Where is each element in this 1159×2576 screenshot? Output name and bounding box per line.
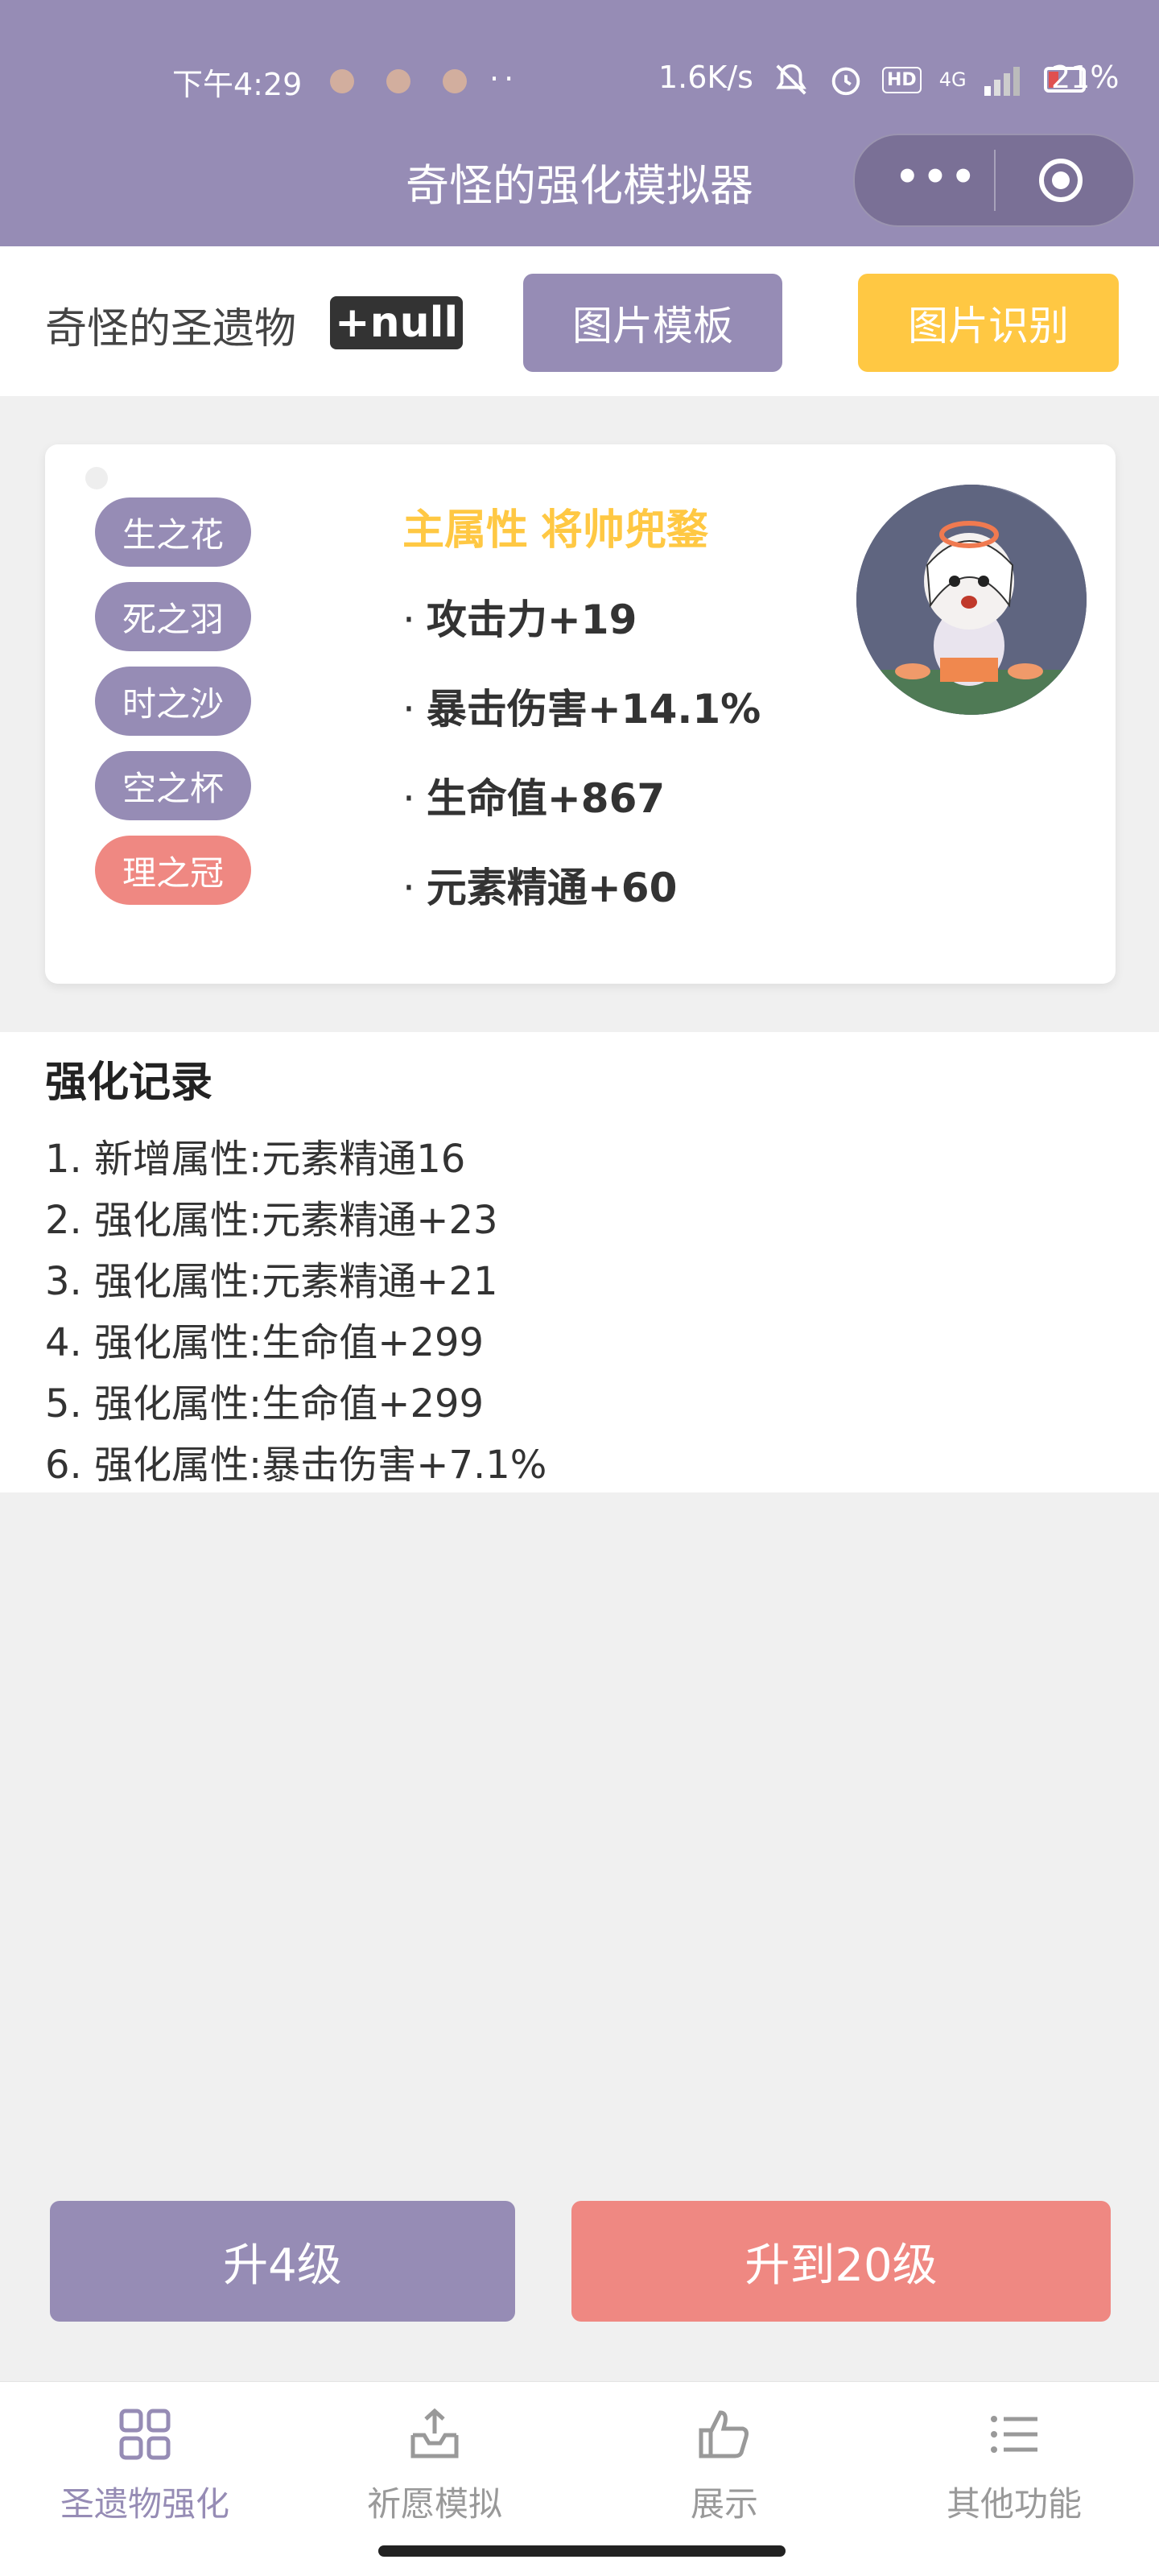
thumbs-up-icon [699, 2410, 749, 2458]
status-icons: HD 4G [773, 61, 1091, 98]
tab-label: 祈愿模拟 [366, 2484, 502, 2524]
enhance-records: 强化记录 1. 新增属性:元素精通16 2. 强化属性:元素精通+23 3. 强… [0, 1032, 1159, 1492]
hd-icon: HD [882, 66, 922, 93]
record-item: 1. 新增属性:元素精通16 [45, 1137, 466, 1182]
tab-other-features[interactable]: 其他功能 [869, 2406, 1159, 2526]
tab-label: 其他功能 [946, 2484, 1082, 2524]
bullet: · [402, 686, 415, 733]
main-attribute-value: 将帅兜鍪 [541, 506, 709, 555]
record-item: 3. 强化属性:元素精通+21 [45, 1259, 498, 1304]
status-more: ·· [489, 61, 519, 97]
signal-label: 4G [938, 68, 967, 91]
sub-attribute: · 攻击力+19 [402, 588, 761, 677]
slot-circlet[interactable]: 理之冠 [95, 836, 251, 905]
tab-wish-sim[interactable]: 祈愿模拟 [290, 2406, 580, 2526]
avatar-illustration [856, 485, 1087, 715]
record-item: 6. 强化属性:暴击伤害+7.1% [45, 1443, 547, 1488]
sub-attribute: · 生命值+867 [402, 766, 761, 856]
records-title: 强化记录 [45, 1059, 213, 1107]
sub-attribute: · 暴击伤害+14.1% [402, 677, 761, 766]
artifact-title: 奇怪的圣遗物 [45, 305, 297, 353]
slot-flower[interactable]: 生之花 [95, 497, 251, 567]
status-bar: 下午4:29 ·· 1.6K/s HD 4G 21% [0, 52, 1159, 108]
record-list: 1. 新增属性:元素精通16 2. 强化属性:元素精通+23 3. 强化属性:元… [45, 1129, 547, 1496]
image-recognize-button[interactable]: 图片识别 [858, 274, 1119, 372]
top-bar: 下午4:29 ·· 1.6K/s HD 4G 21% 奇怪的强化模拟器 ••• [0, 0, 1159, 246]
record-item: 5. 强化属性:生命值+299 [45, 1381, 485, 1426]
mini-program-capsule: ••• [853, 134, 1135, 227]
status-time: 下午4:29 [172, 67, 303, 102]
alarm-icon [831, 67, 860, 96]
sub-attribute-text: 元素精通+60 [426, 865, 678, 911]
slot-sands[interactable]: 时之沙 [95, 667, 251, 736]
slot-list: 生之花 死之羽 时之沙 空之杯 理之冠 [95, 497, 251, 920]
character-avatar[interactable] [856, 485, 1087, 715]
sub-attribute-text: 攻击力+19 [426, 597, 637, 643]
upgrade-20-button[interactable]: 升到20级 [571, 2201, 1111, 2322]
image-template-button[interactable]: 图片模板 [523, 274, 782, 372]
mute-bell-icon [776, 64, 806, 95]
tab-label: 圣遗物强化 [60, 2484, 229, 2524]
capsule-divider [994, 150, 996, 211]
page: 下午4:29 ·· 1.6K/s HD 4G 21% 奇怪的强化模拟器 ••• [0, 0, 1159, 2576]
artifact-card: 生之花 死之羽 时之沙 空之杯 理之冠 主属性 将帅兜鍪 · 攻击力+19 · 暴击伤… [45, 444, 1116, 984]
main-attribute-label: 主属性 [402, 506, 529, 555]
list-icon [991, 2416, 1037, 2453]
close-target-icon[interactable] [1037, 156, 1085, 204]
more-menu-icon[interactable]: ••• [895, 155, 979, 200]
bullet: · [402, 865, 415, 911]
tab-showcase[interactable]: 展示 [580, 2406, 869, 2526]
grid-icon [119, 2409, 171, 2460]
card-indicator-dot [85, 467, 108, 489]
bullet: · [402, 597, 415, 643]
artifact-toolbar: 奇怪的圣遗物 +null 图片模板 图片识别 [0, 246, 1159, 396]
notification-icon [443, 69, 467, 93]
bullet: · [402, 775, 415, 822]
sub-attribute-text: 暴击伤害+14.1% [426, 686, 761, 733]
main-attribute: 主属性 将帅兜鍪 [402, 496, 708, 556]
battery-percent: 21% [1051, 60, 1120, 95]
notification-icon [330, 69, 354, 93]
net-speed: 1.6K/s [658, 60, 753, 95]
sub-attribute: · 元素精通+60 [402, 856, 761, 945]
tab-label: 展示 [690, 2484, 758, 2524]
upgrade-4-button[interactable]: 升4级 [50, 2201, 515, 2322]
notification-icon [386, 69, 410, 93]
record-item: 4. 强化属性:生命值+299 [45, 1320, 485, 1365]
sub-attribute-list: · 攻击力+19 · 暴击伤害+14.1% · 生命值+867 · 元素精通+60 [402, 588, 761, 945]
record-item: 2. 强化属性:元素精通+23 [45, 1198, 498, 1243]
home-indicator[interactable] [378, 2545, 786, 2557]
tab-artifact-enhance[interactable]: 圣遗物强化 [0, 2406, 290, 2526]
sub-attribute-text: 生命值+867 [426, 775, 666, 822]
level-badge: +null [330, 296, 464, 349]
slot-goblet[interactable]: 空之杯 [95, 751, 251, 820]
slot-plume[interactable]: 死之羽 [95, 582, 251, 651]
notification-icons [330, 69, 467, 93]
inbox-upload-icon [410, 2408, 459, 2458]
signal-icon [984, 67, 1020, 96]
